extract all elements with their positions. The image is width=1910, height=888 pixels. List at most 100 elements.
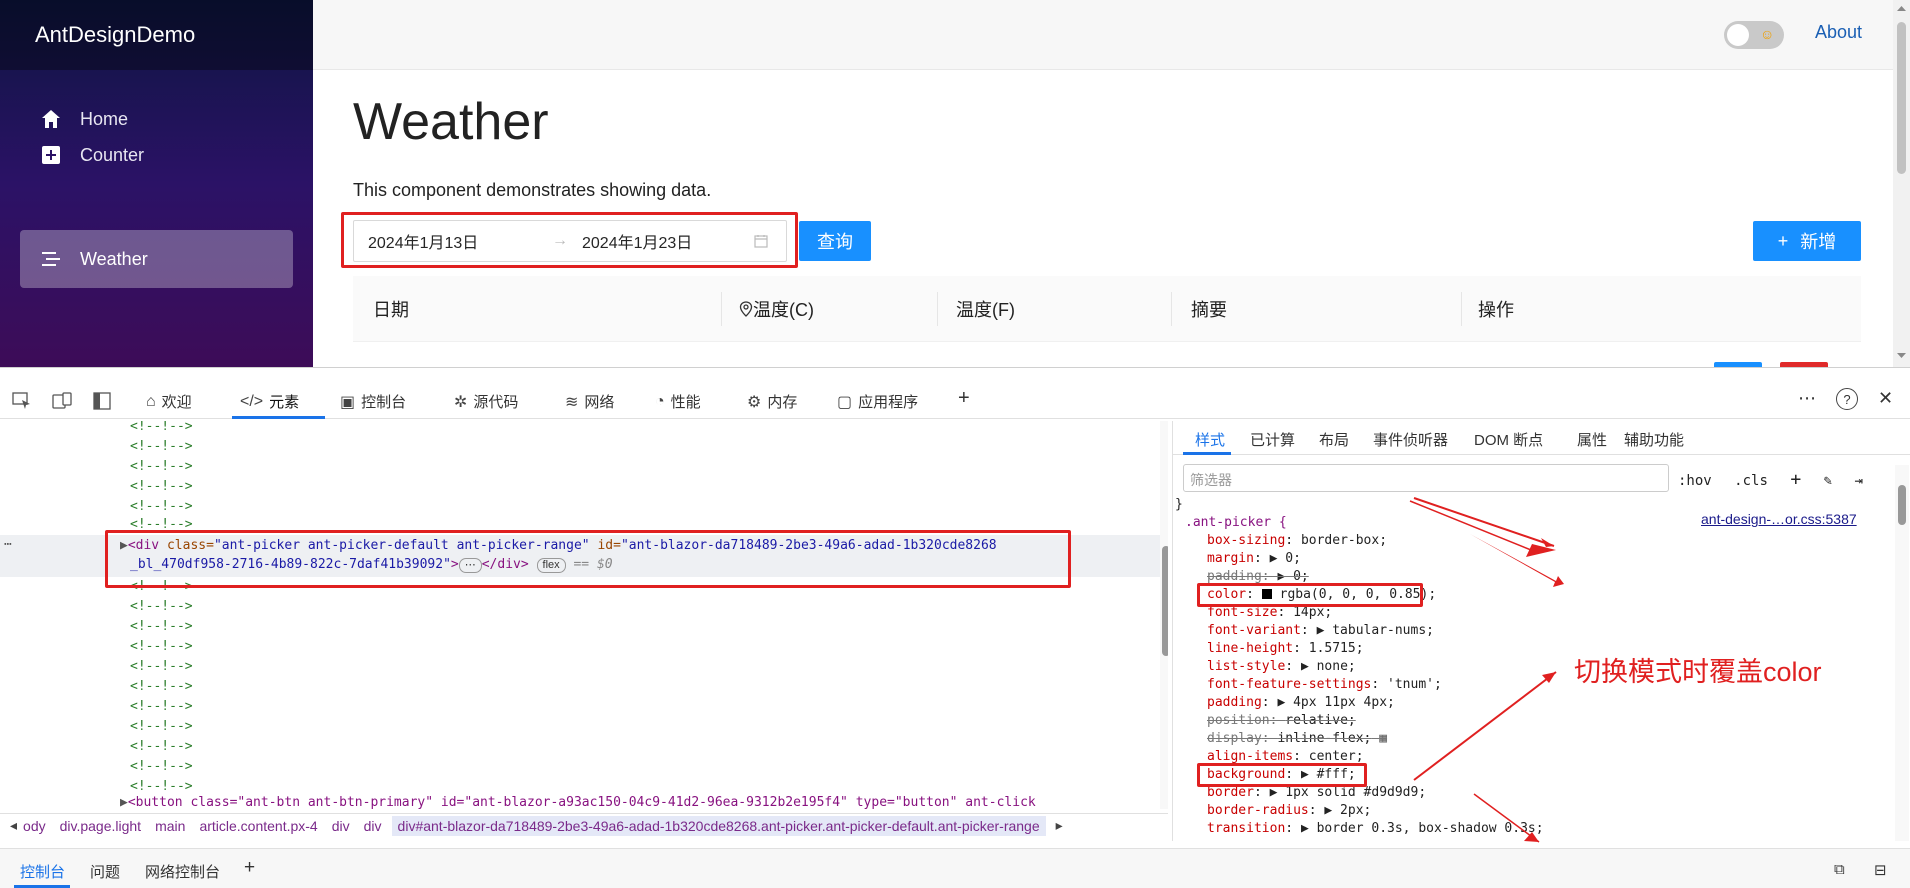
scroll-down-icon[interactable]	[1897, 352, 1906, 359]
nav-label-weather: Weather	[80, 248, 148, 269]
elements-scrollbar[interactable]	[1160, 421, 1168, 809]
toggle-knob	[1727, 24, 1749, 46]
memory-chip-icon: ⚙	[747, 393, 762, 411]
comment-node[interactable]: <!--!-->	[130, 777, 193, 797]
tab-sources[interactable]: ✲ 源代码	[454, 391, 518, 412]
grid-editor-icon[interactable]: ▦	[1379, 731, 1387, 746]
column-header-summary[interactable]: 摘要	[1191, 296, 1227, 322]
tab-elements[interactable]: </> 元素	[240, 391, 299, 412]
breadcrumb-item[interactable]: main	[155, 818, 185, 834]
css-declaration[interactable]: list-style: ▶ none;	[1207, 658, 1356, 676]
toggle-sidebar-icon[interactable]: ⇥	[1854, 473, 1862, 489]
query-button[interactable]: 查询	[799, 221, 871, 261]
breadcrumb-item[interactable]: article.content.px-4	[199, 818, 317, 834]
comment-node[interactable]: <!--!-->	[130, 697, 193, 717]
drawer-tab-network-console[interactable]: 网络控制台	[145, 861, 220, 882]
column-header-actions[interactable]: 操作	[1478, 296, 1514, 322]
tab-performance[interactable]: ◔ 性能	[655, 391, 701, 412]
tab-layout[interactable]: 布局	[1319, 429, 1349, 450]
comment-node[interactable]: <!--!-->	[130, 437, 193, 457]
breadcrumb-item[interactable]: div	[332, 818, 350, 834]
brand-bar: AntDesignDemo	[0, 0, 313, 70]
css-declaration[interactable]: line-height: 1.5715;	[1207, 640, 1364, 658]
comment-node[interactable]: <!--!-->	[130, 477, 193, 497]
location-icon	[739, 301, 753, 317]
tab-accessibility[interactable]: 辅助功能	[1624, 429, 1684, 450]
css-declaration-overridden[interactable]: display: inline-flex; ▦	[1207, 730, 1387, 748]
device-toolbar-icon[interactable]	[52, 392, 72, 410]
tab-welcome[interactable]: ⌂ 欢迎	[146, 391, 192, 412]
breadcrumb-item[interactable]: div	[364, 818, 382, 834]
comment-node[interactable]: <!--!-->	[130, 737, 193, 757]
tab-application[interactable]: ▢ 应用程序	[837, 391, 918, 412]
help-icon[interactable]: ?	[1836, 388, 1858, 410]
comment-node[interactable]: <!--!-->	[130, 497, 193, 517]
tab-elements-label: 元素	[269, 394, 300, 411]
hov-toggle[interactable]: :hov	[1678, 473, 1712, 489]
css-rule-selector[interactable]: .ant-picker {	[1185, 514, 1287, 532]
annotation-highlight-background	[1197, 763, 1367, 787]
tab-network[interactable]: ≋ 网络	[565, 391, 614, 412]
drawer-add-plus-icon[interactable]: +	[244, 857, 255, 879]
tab-computed[interactable]: 已计算	[1250, 429, 1295, 450]
tab-memory[interactable]: ⚙ 内存	[747, 391, 797, 412]
tab-styles[interactable]: 样式	[1195, 429, 1225, 450]
column-header-temp-c[interactable]: 温度(C)	[739, 296, 814, 322]
tab-network-label: 网络	[584, 394, 615, 411]
node-actions-icon[interactable]: ⋯	[4, 537, 12, 552]
comment-node[interactable]: <!--!-->	[130, 421, 193, 437]
tab-properties[interactable]: 属性	[1577, 429, 1607, 450]
comment-node[interactable]: <!--!-->	[130, 457, 193, 477]
comment-node[interactable]: <!--!-->	[130, 617, 193, 637]
drawer-tab-issues[interactable]: 问题	[90, 861, 120, 882]
paint-brush-icon[interactable]: ✎	[1824, 473, 1832, 489]
breadcrumb-item-selected[interactable]: div#ant-blazor-da718489-2be3-49a6-adad-1…	[391, 815, 1046, 836]
add-tab-plus-icon[interactable]: +	[958, 387, 970, 410]
about-link[interactable]: About	[1815, 22, 1862, 43]
comment-node[interactable]: <!--!-->	[130, 657, 193, 677]
new-rule-plus-icon[interactable]: +	[1790, 469, 1801, 490]
css-declaration[interactable]: border-radius: ▶ 2px;	[1207, 802, 1371, 820]
scrollbar-thumb[interactable]	[1162, 546, 1168, 656]
inspect-element-icon[interactable]	[12, 392, 32, 410]
tab-console[interactable]: ▣ 控制台	[340, 391, 406, 412]
css-declaration[interactable]: box-sizing: border-box;	[1207, 532, 1387, 550]
styles-toolbar: :hov .cls + ✎ ⇥	[1678, 469, 1863, 490]
scrollbar-thumb[interactable]	[1898, 485, 1906, 525]
more-options-icon[interactable]: ⋯	[1798, 388, 1816, 409]
add-button[interactable]: + 新增	[1753, 221, 1861, 261]
next-dom-node[interactable]: ▶<button class="ant-btn ant-btn-primary"…	[120, 795, 1036, 809]
cls-toggle[interactable]: .cls	[1734, 473, 1768, 489]
nav-item-counter[interactable]: Counter	[20, 126, 293, 184]
tab-memory-label: 内存	[767, 394, 798, 411]
comment-node[interactable]: <!--!-->	[130, 717, 193, 737]
css-source-link[interactable]: ant-design-…or.css:5387	[1701, 511, 1857, 527]
css-declaration[interactable]: margin: ▶ 0;	[1207, 550, 1301, 568]
css-declaration[interactable]: padding: ▶ 4px 11px 4px;	[1207, 694, 1395, 712]
styles-scrollbar[interactable]	[1895, 465, 1909, 841]
scrollbar-thumb[interactable]	[1897, 22, 1906, 174]
drawer-dock-icon[interactable]: ⧉	[1834, 861, 1845, 878]
dock-sidebar-icon[interactable]	[93, 392, 111, 410]
breadcrumb-item[interactable]: div.page.light	[60, 818, 141, 834]
elements-tree[interactable]: <!--!--> <!--!--> <!--!--> <!--!--> <!--…	[0, 421, 1168, 809]
drawer-collapse-icon[interactable]: ⊟	[1874, 861, 1887, 879]
css-declaration-overridden[interactable]: position: relative;	[1207, 712, 1356, 730]
comment-node[interactable]: <!--!-->	[130, 677, 193, 697]
breadcrumb-item[interactable]: ody	[23, 818, 46, 834]
nav-item-weather[interactable]: Weather	[20, 230, 293, 288]
comment-node[interactable]: <!--!-->	[130, 637, 193, 657]
brand-title[interactable]: AntDesignDemo	[35, 22, 195, 48]
column-header-date[interactable]: 日期	[373, 296, 409, 322]
theme-toggle[interactable]: ☺	[1724, 21, 1784, 49]
breadcrumb-right-icon[interactable]: ▸	[1056, 817, 1063, 834]
drawer-tab-console[interactable]: 控制台	[20, 861, 65, 882]
comment-node[interactable]: <!--!-->	[130, 757, 193, 777]
scroll-up-icon[interactable]	[1897, 5, 1906, 12]
page-scrollbar[interactable]	[1893, 0, 1910, 367]
column-header-temp-f[interactable]: 温度(F)	[956, 296, 1015, 322]
tab-console-label: 控制台	[361, 394, 407, 411]
breadcrumb-left-icon[interactable]: ◂	[10, 817, 17, 834]
close-devtools-icon[interactable]: ✕	[1878, 388, 1893, 409]
comment-node[interactable]: <!--!-->	[130, 597, 193, 617]
